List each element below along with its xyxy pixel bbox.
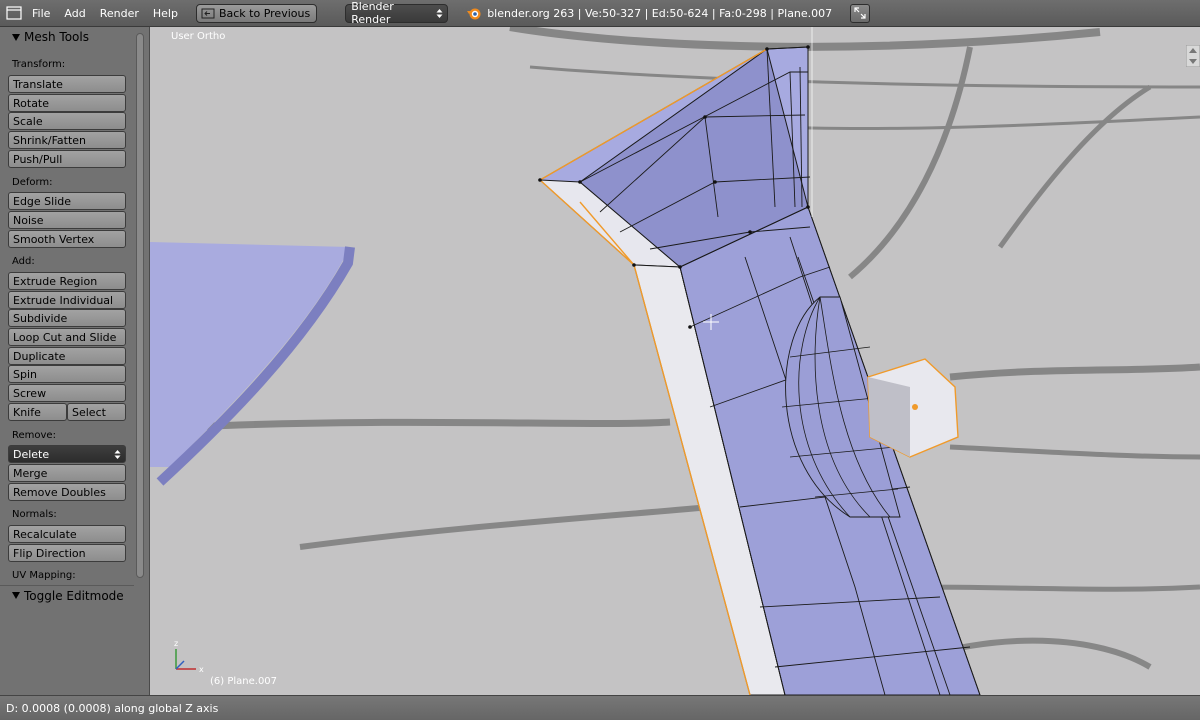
view-name-label: User Ortho: [171, 31, 226, 42]
menu-help[interactable]: Help: [153, 7, 178, 20]
duplicate-button[interactable]: Duplicate: [8, 347, 126, 365]
remove-doubles-button[interactable]: Remove Doubles: [8, 483, 126, 501]
render-engine-label: Blender Render: [351, 0, 394, 26]
smooth-vertex-button[interactable]: Smooth Vertex: [8, 230, 126, 248]
menu-add[interactable]: Add: [64, 7, 85, 20]
info-header: File Add Render Help Back to Previous Bl…: [0, 0, 1200, 27]
menu-file[interactable]: File: [32, 7, 50, 20]
blender-logo-icon: [467, 8, 481, 20]
scale-button[interactable]: Scale: [8, 112, 126, 130]
extrude-region-button[interactable]: Extrude Region: [8, 272, 126, 290]
mesh-tools-panel-header[interactable]: Mesh Tools: [0, 27, 134, 47]
viewport-scene[interactable]: [150, 27, 1200, 695]
small-cube-object: [867, 358, 959, 458]
editor-type-icon[interactable]: [6, 6, 22, 20]
knife-button[interactable]: Knife: [8, 403, 67, 421]
mesh-tools-title: Mesh Tools: [24, 30, 89, 44]
knife-select-button[interactable]: Select: [67, 403, 126, 421]
extrude-individual-button[interactable]: Extrude Individual: [8, 291, 126, 309]
remove-label: Remove:: [12, 430, 56, 441]
updown-arrows-icon: [436, 8, 443, 18]
deform-label: Deform:: [12, 177, 53, 188]
subdivide-button[interactable]: Subdivide: [8, 309, 126, 327]
transform-label: Transform:: [12, 59, 66, 70]
fullscreen-button[interactable]: [850, 3, 871, 23]
toggle-editmode-title: Toggle Editmode: [24, 588, 124, 603]
menu-render[interactable]: Render: [100, 7, 139, 20]
edge-slide-button[interactable]: Edge Slide: [8, 192, 126, 210]
screw-button[interactable]: Screw: [8, 384, 126, 402]
add-label: Add:: [12, 256, 35, 267]
tool-shelf-scrollbar[interactable]: [136, 33, 144, 578]
merge-button[interactable]: Merge: [8, 464, 126, 482]
spin-button[interactable]: Spin: [8, 365, 126, 383]
back-to-previous-button[interactable]: Back to Previous: [195, 3, 318, 23]
loop-cut-and-slide-button[interactable]: Loop Cut and Slide: [8, 328, 126, 346]
status-bar: D: 0.0008 (0.0008) along global Z axis: [0, 695, 1200, 720]
axis-z-label: z: [174, 639, 178, 648]
push-pull-button[interactable]: Push/Pull: [8, 150, 126, 168]
shrink-fatten-button[interactable]: Shrink/Fatten: [8, 131, 126, 149]
fullscreen-icon: [854, 7, 866, 19]
recalculate-button[interactable]: Recalculate: [8, 525, 126, 543]
noise-button[interactable]: Noise: [8, 211, 126, 229]
delete-label: Delete: [13, 447, 50, 461]
back-icon: [201, 8, 215, 18]
status-text: D: 0.0008 (0.0008) along global Z axis: [6, 701, 219, 715]
toggle-editmode-panel-header[interactable]: Toggle Editmode: [0, 585, 134, 605]
updown-arrows-icon: [114, 449, 121, 459]
axis-x-label: x: [199, 665, 204, 674]
active-object-label: (6) Plane.007: [210, 676, 278, 687]
3d-viewport[interactable]: User Ortho z x (6) Plane.007: [150, 27, 1200, 695]
uv-mapping-label: UV Mapping:: [12, 570, 76, 581]
viewport-scroll-arrows-icon[interactable]: [1186, 45, 1200, 67]
axis-gizmo-icon: z x: [174, 639, 204, 674]
render-engine-select[interactable]: Blender Render: [345, 0, 449, 26]
flip-direction-button[interactable]: Flip Direction: [8, 544, 126, 562]
delete-menu-button[interactable]: Delete: [8, 445, 126, 463]
scene-stats: blender.org 263 | Ve:50-327 | Ed:50-624 …: [487, 6, 833, 20]
rotate-button[interactable]: Rotate: [8, 94, 126, 112]
curved-plane-object: [150, 242, 355, 486]
back-to-previous-label: Back to Previous: [218, 6, 311, 20]
collapse-triangle-icon: [12, 33, 20, 41]
tool-shelf: Mesh Tools Transform: Translate Rotate S…: [0, 27, 150, 695]
translate-button[interactable]: Translate: [8, 75, 126, 93]
normals-label: Normals:: [12, 509, 57, 520]
collapse-triangle-icon: [12, 592, 20, 599]
